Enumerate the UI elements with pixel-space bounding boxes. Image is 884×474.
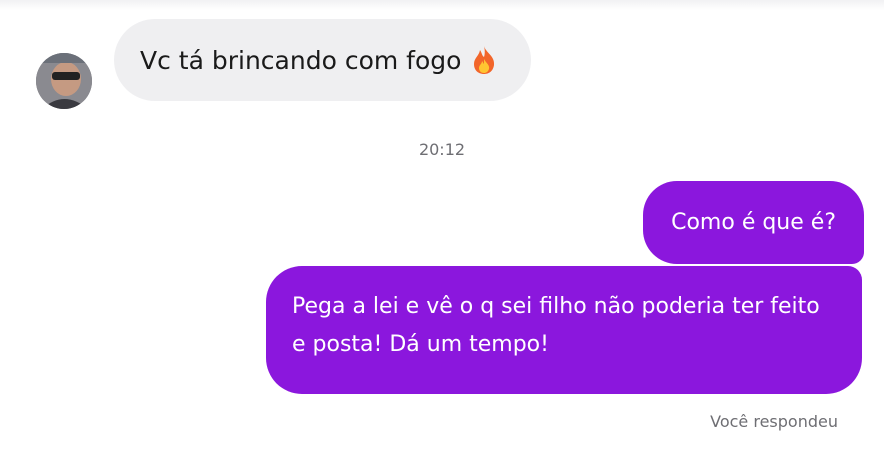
fire-icon bbox=[471, 45, 497, 75]
chat-thread: Vc tá brincando com fogo 20:12 Como é qu… bbox=[0, 0, 884, 474]
incoming-message-bubble[interactable]: Vc tá brincando com fogo bbox=[114, 19, 532, 101]
message-timestamp: 20:12 bbox=[0, 140, 884, 159]
outgoing-message-text: Como é que é? bbox=[671, 210, 836, 235]
incoming-message-text: Vc tá brincando com fogo bbox=[140, 45, 462, 75]
outgoing-message-text: Pega a lei e vê o q sei filho não poderi… bbox=[292, 294, 820, 357]
timestamp-text: 20:12 bbox=[418, 140, 466, 159]
avatar[interactable] bbox=[36, 53, 92, 109]
outgoing-message-bubble[interactable]: Pega a lei e vê o q sei filho não poderi… bbox=[266, 266, 862, 394]
avatar-photo-icon bbox=[36, 53, 92, 109]
reply-status-label: Você respondeu bbox=[710, 412, 838, 431]
outgoing-message-bubble[interactable]: Como é que é? bbox=[643, 181, 864, 264]
top-divider bbox=[0, 0, 884, 10]
